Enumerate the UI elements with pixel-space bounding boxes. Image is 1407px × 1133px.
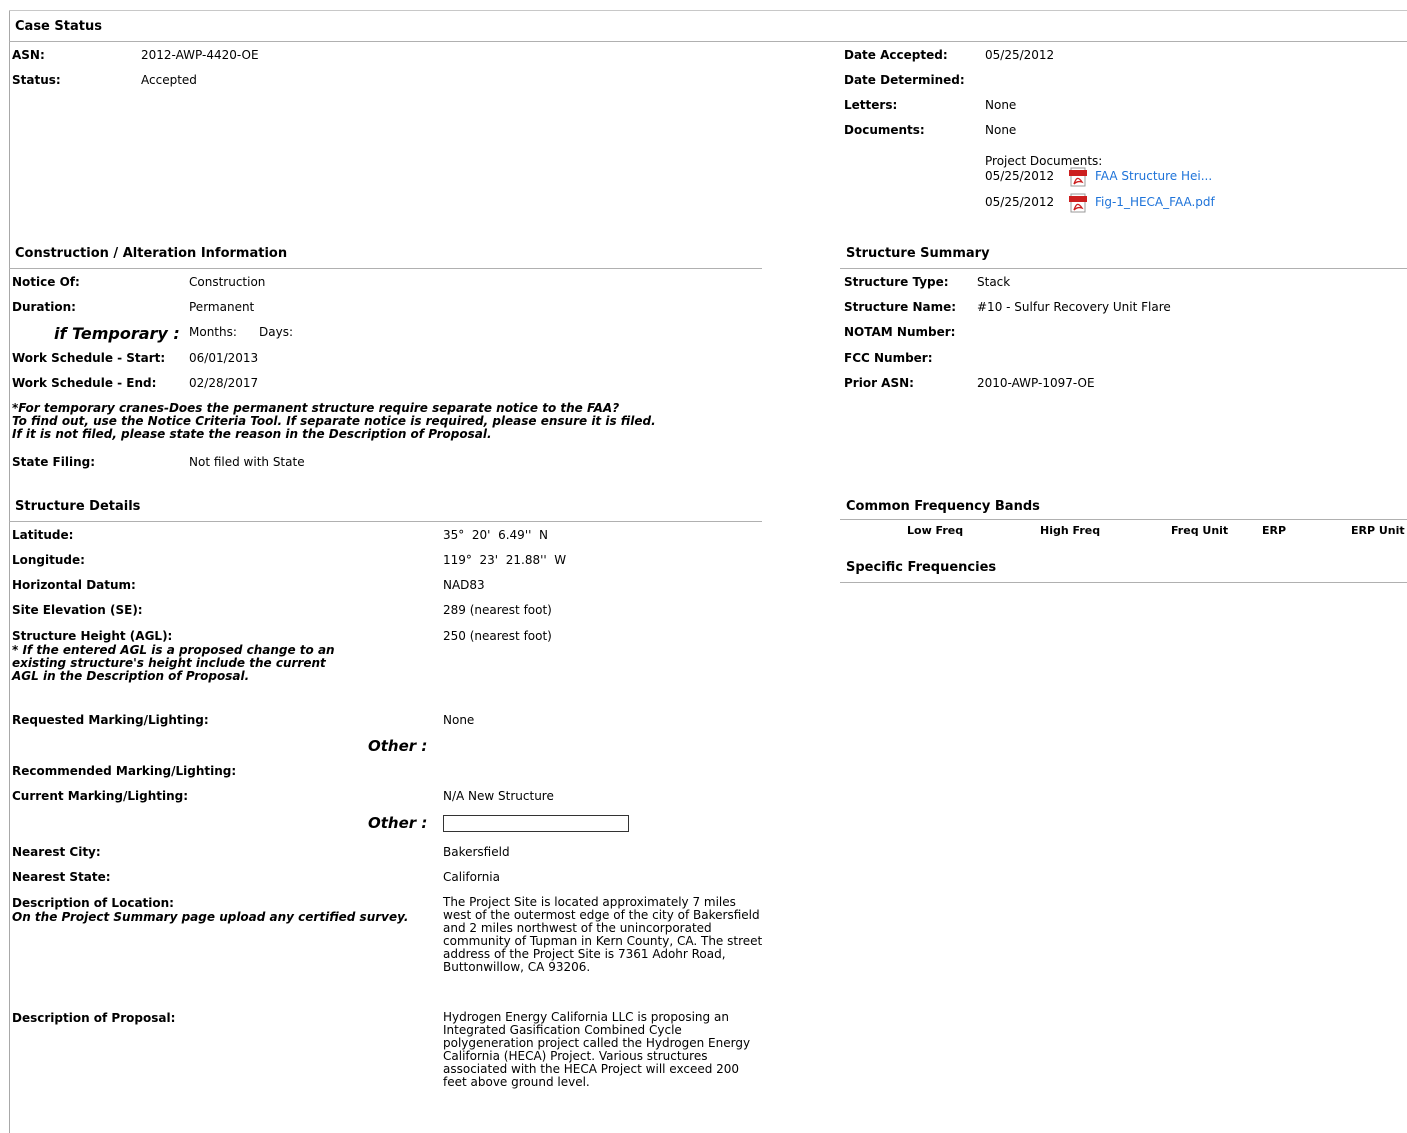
work-end-value: 02/28/2017 bbox=[189, 376, 259, 390]
structure-name-value: #10 - Sulfur Recovery Unit Flare bbox=[977, 300, 1171, 314]
letters-label: Letters: bbox=[844, 98, 898, 112]
pdf-icon[interactable] bbox=[1069, 193, 1087, 213]
document-link[interactable]: FAA Structure Hei... bbox=[1095, 169, 1212, 183]
date-accepted-label: Date Accepted: bbox=[844, 48, 948, 62]
description-of-proposal-label: Description of Proposal: bbox=[12, 1011, 176, 1025]
description-of-location-label: Description of Location: bbox=[12, 896, 174, 910]
specific-frequencies-title: Specific Frequencies bbox=[846, 560, 997, 575]
nearest-city-value: Bakersfield bbox=[443, 845, 510, 859]
date-accepted-value: 05/25/2012 bbox=[985, 48, 1055, 62]
letters-value: None bbox=[985, 98, 1017, 112]
recommended-marking-label: Recommended Marking/Lighting: bbox=[12, 764, 237, 778]
structure-summary-divider bbox=[840, 268, 1407, 269]
document-link[interactable]: Fig-1_HECA_FAA.pdf bbox=[1095, 195, 1215, 209]
latitude-value: 35° 20' 6.49'' N bbox=[443, 528, 549, 542]
work-end-label: Work Schedule - End: bbox=[12, 376, 157, 390]
current-marking-label: Current Marking/Lighting: bbox=[12, 789, 189, 803]
nearest-state-value: California bbox=[443, 870, 500, 884]
document-date: 05/25/2012 bbox=[985, 169, 1055, 183]
freq-header-erp-unit: ERP Unit bbox=[1351, 524, 1405, 537]
longitude-label: Longitude: bbox=[12, 553, 85, 567]
prior-asn-label: Prior ASN: bbox=[844, 376, 914, 390]
horizontal-datum-value: NAD83 bbox=[443, 578, 485, 592]
structure-details-title: Structure Details bbox=[15, 499, 141, 514]
freq-header-low: Low Freq bbox=[907, 524, 964, 537]
other-label: Other : bbox=[368, 737, 428, 755]
duration-value: Permanent bbox=[189, 300, 255, 314]
description-of-location-value: The Project Site is located approximatel… bbox=[443, 895, 763, 974]
horizontal-datum-label: Horizontal Datum: bbox=[12, 578, 136, 592]
freq-header-erp: ERP bbox=[1262, 524, 1287, 537]
temporary-crane-note: If it is not filed, please state the rea… bbox=[12, 427, 492, 441]
documents-value: None bbox=[985, 123, 1017, 137]
freq-header-high: High Freq bbox=[1040, 524, 1101, 537]
work-start-value: 06/01/2013 bbox=[189, 351, 259, 365]
latitude-label: Latitude: bbox=[12, 528, 74, 542]
asn-label: ASN: bbox=[12, 48, 45, 62]
asn-value: 2012-AWP-4420-OE bbox=[141, 48, 259, 62]
structure-name-label: Structure Name: bbox=[844, 300, 957, 314]
top-border bbox=[9, 10, 1407, 11]
structure-type-value: Stack bbox=[977, 275, 1011, 289]
case-status-title: Case Status bbox=[15, 19, 102, 34]
structure-type-label: Structure Type: bbox=[844, 275, 949, 289]
work-start-label: Work Schedule - Start: bbox=[12, 351, 166, 365]
description-of-proposal-value: Hydrogen Energy California LLC is propos… bbox=[443, 1010, 751, 1089]
case-status-divider bbox=[9, 41, 1407, 42]
structure-summary-title: Structure Summary bbox=[846, 246, 990, 261]
pdf-icon[interactable] bbox=[1069, 167, 1087, 187]
freq-header-unit: Freq Unit bbox=[1171, 524, 1229, 537]
certified-survey-note: On the Project Summary page upload any c… bbox=[12, 910, 409, 924]
project-documents-label: Project Documents: bbox=[985, 154, 1103, 168]
document-date: 05/25/2012 bbox=[985, 195, 1055, 209]
state-filing-value: Not filed with State bbox=[189, 455, 305, 469]
documents-label: Documents: bbox=[844, 123, 925, 137]
common-frequency-divider bbox=[840, 519, 1407, 520]
months-label: Months: bbox=[189, 325, 237, 339]
requested-marking-value: None bbox=[443, 713, 475, 727]
nearest-state-label: Nearest State: bbox=[12, 870, 111, 884]
if-temporary-label: if Temporary : bbox=[54, 324, 180, 343]
longitude-value: 119° 23' 21.88'' W bbox=[443, 553, 567, 567]
notice-of-value: Construction bbox=[189, 275, 266, 289]
construction-divider bbox=[9, 268, 762, 269]
structure-details-divider bbox=[9, 521, 762, 522]
construction-title: Construction / Alteration Information bbox=[15, 246, 288, 261]
other-marking-input[interactable] bbox=[443, 815, 629, 832]
site-elevation-value: 289 (nearest foot) bbox=[443, 603, 552, 617]
prior-asn-value: 2010-AWP-1097-OE bbox=[977, 376, 1095, 390]
notice-of-label: Notice Of: bbox=[12, 275, 80, 289]
date-determined-label: Date Determined: bbox=[844, 73, 965, 87]
agl-note: AGL in the Description of Proposal. bbox=[12, 669, 250, 683]
status-label: Status: bbox=[12, 73, 61, 87]
requested-marking-label: Requested Marking/Lighting: bbox=[12, 713, 209, 727]
specific-frequencies-divider bbox=[840, 582, 1407, 583]
state-filing-label: State Filing: bbox=[12, 455, 95, 469]
fcc-label: FCC Number: bbox=[844, 351, 933, 365]
status-value: Accepted bbox=[141, 73, 197, 87]
current-marking-value: N/A New Structure bbox=[443, 789, 554, 803]
site-elevation-label: Site Elevation (SE): bbox=[12, 603, 143, 617]
other-label: Other : bbox=[368, 814, 428, 832]
common-frequency-title: Common Frequency Bands bbox=[846, 499, 1040, 514]
days-label: Days: bbox=[259, 325, 293, 339]
structure-height-label: Structure Height (AGL): bbox=[12, 629, 173, 643]
notam-label: NOTAM Number: bbox=[844, 325, 956, 339]
duration-label: Duration: bbox=[12, 300, 76, 314]
structure-height-value: 250 (nearest foot) bbox=[443, 629, 552, 643]
nearest-city-label: Nearest City: bbox=[12, 845, 101, 859]
left-border bbox=[9, 10, 10, 1133]
